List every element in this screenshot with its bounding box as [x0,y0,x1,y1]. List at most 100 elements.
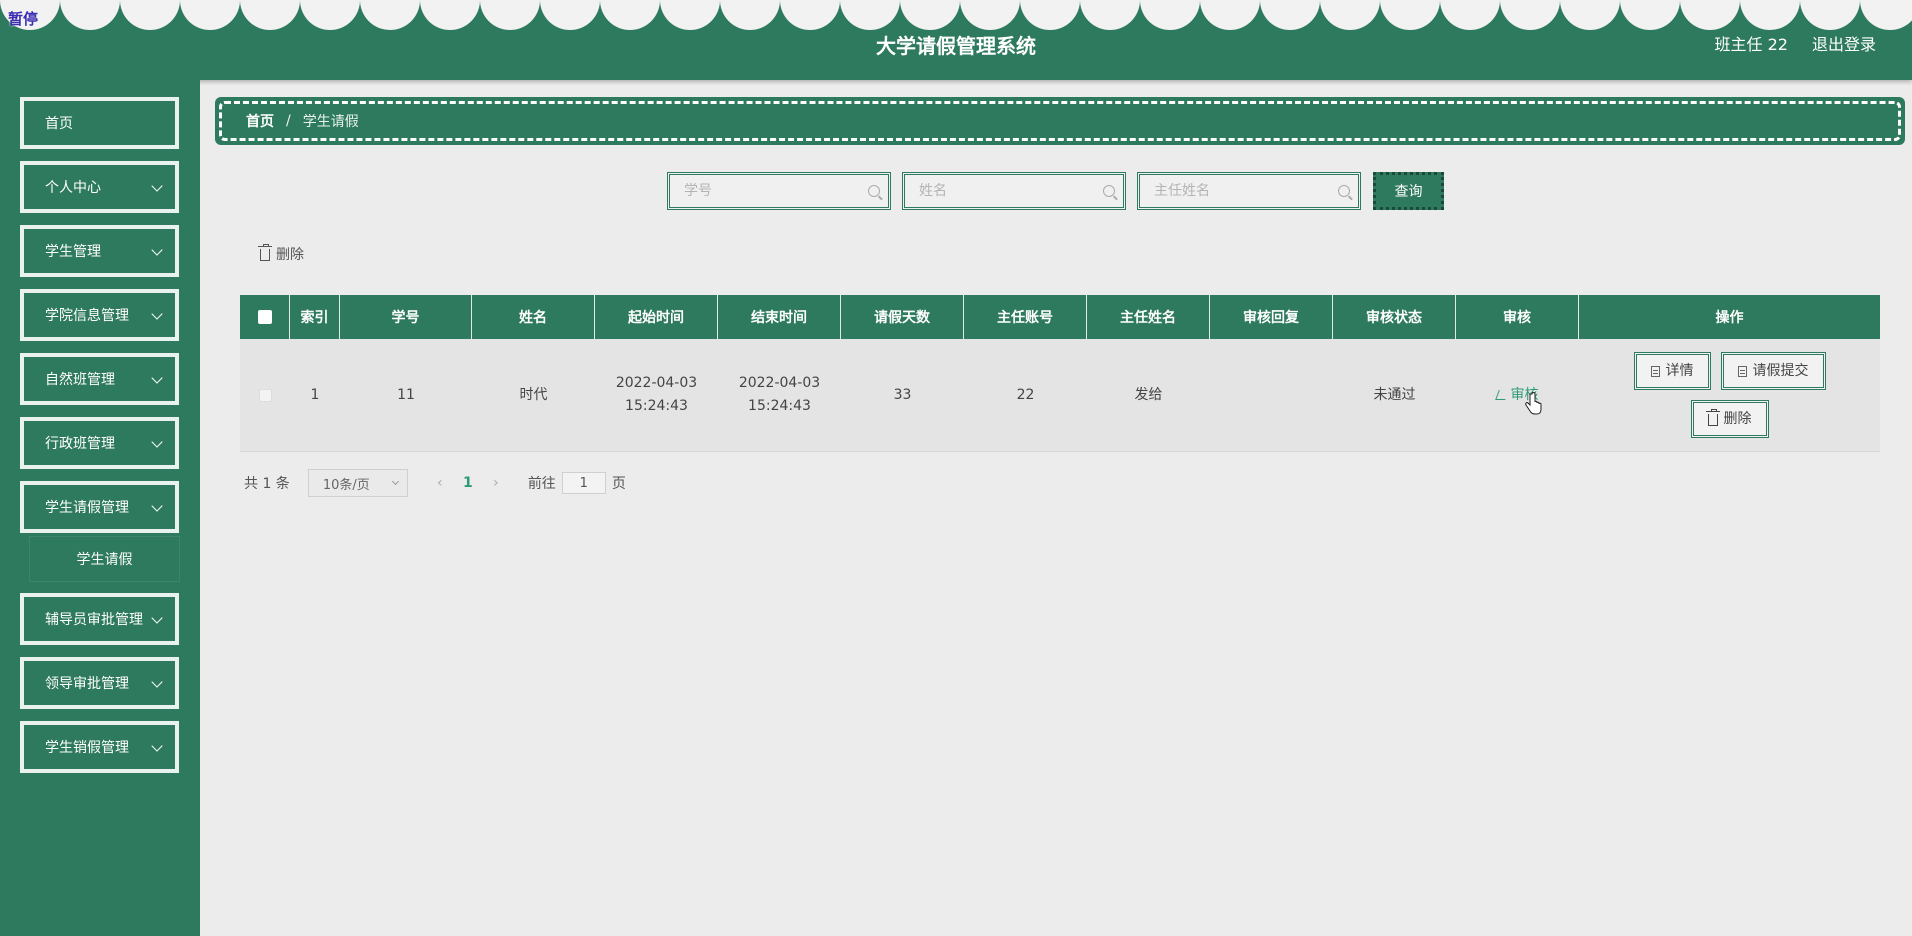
row-select-cell [240,339,290,451]
select-all-checkbox[interactable] [257,310,272,324]
cell-index: 1 [310,386,320,403]
column-header[interactable]: 起始时间 [595,295,718,339]
header-scallop-decoration [0,0,1912,34]
page-size-select[interactable]: 10条/页 [307,469,408,497]
sidebar-item-personal-center[interactable]: 个人中心 [20,161,179,213]
row-checkbox[interactable] [258,388,272,402]
search-icon [868,185,880,197]
student-no-search [667,172,891,210]
pause-label[interactable]: 暂停 [8,8,38,29]
sidebar-item-label: 学生请假管理 [45,500,129,516]
sidebar-item-admin-class[interactable]: 行政班管理 [20,417,179,469]
chevron-down-icon [151,372,163,384]
column-header[interactable]: 请假天数 [841,295,964,339]
logout-link[interactable]: 退出登录 [1812,31,1876,55]
sidebar-item-label: 自然班管理 [45,372,115,388]
chevron-down-icon [151,676,163,688]
sidebar-item-label: 首页 [45,116,73,132]
sidebar-item-label: 学生销假管理 [45,740,129,756]
sidebar-item-home[interactable]: 首页 [20,97,179,149]
submit-leave-label: 请假提交 [1752,362,1809,379]
ops-row: 详情 请假提交 [1633,352,1826,390]
sidebar-item-counselor-approval[interactable]: 辅导员审批管理 [20,593,179,645]
chevron-down-icon [151,308,163,320]
sidebar-item-leave-management[interactable]: 学生请假管理 [20,481,179,533]
user-area: 班主任 22 退出登录 [1715,31,1876,55]
chevron-down-icon [151,244,163,256]
current-user: 班主任 22 [1714,35,1788,54]
cell-days: 33 [893,386,912,403]
chevron-down-icon [151,612,163,624]
delete-row-button[interactable]: 删除 [1690,400,1769,438]
cell-teacher-name: 发给 [1134,386,1163,403]
goto-prefix: 前往 [527,476,556,492]
goto-page-input[interactable] [561,472,606,494]
name-input[interactable] [919,183,1103,199]
sidebar-item-leader-approval[interactable]: 领导审批管理 [20,657,179,709]
sidebar: 首页 个人中心 学生管理 学院信息管理 自然班管理 行政班管理 学生请假管理 学… [0,80,200,936]
sidebar-item-student-management[interactable]: 学生管理 [20,225,179,277]
page-number[interactable]: 1 [454,475,482,491]
submit-leave-button[interactable]: 请假提交 [1720,352,1826,390]
bulk-delete-button[interactable]: 删除 [258,244,304,264]
cell-reply [1210,339,1333,451]
sidebar-item-label: 学院信息管理 [45,308,129,324]
app-header: 暂停 大学请假管理系统 班主任 22 退出登录 [0,0,1912,80]
page-size-value: 10条/页 [322,477,370,493]
detail-button[interactable]: 详情 [1633,352,1711,390]
sidebar-item-leave-cancel[interactable]: 学生销假管理 [20,721,179,773]
prev-page-icon[interactable]: ‹ [426,475,454,491]
column-header[interactable]: 操作 [1579,295,1880,339]
breadcrumb-home[interactable]: 首页 [246,111,274,131]
column-header[interactable]: 审核状态 [1333,295,1456,339]
sidebar-item-label: 个人中心 [45,180,101,196]
column-header[interactable]: 审核回复 [1210,295,1333,339]
name-search [902,172,1126,210]
search-icon [1103,185,1115,197]
bulk-delete-label: 删除 [276,247,304,263]
column-header[interactable]: 审核 [1456,295,1579,339]
search-icon [1338,185,1350,197]
column-header[interactable]: 主任姓名 [1087,295,1210,339]
sidebar-item-label: 领导审批管理 [45,676,129,692]
column-header[interactable]: 主任账号 [964,295,1087,339]
query-button[interactable]: 查询 [1373,172,1444,210]
chevron-down-icon [151,180,163,192]
teacher-name-search [1137,172,1361,210]
sidebar-item-label: 行政班管理 [45,436,115,452]
student-no-input[interactable] [684,183,868,199]
cell-teacher-account: 22 [1016,386,1035,403]
breadcrumb-separator: / [286,113,291,129]
column-header[interactable]: 姓名 [472,295,595,339]
app-title: 大学请假管理系统 [876,34,1036,58]
document-icon [1737,365,1747,377]
chevron-down-icon [151,436,163,448]
ops-row: 删除 [1690,400,1769,438]
column-header[interactable]: 索引 [290,295,340,339]
teacher-name-input[interactable] [1154,183,1338,199]
chevron-down-icon [151,500,163,512]
next-page-icon[interactable]: › [482,475,510,491]
goto-page: 前往 页 [528,472,626,494]
table-header: 索引 学号 姓名 起始时间 结束时间 请假天数 主任账号 主任姓名 审核回复 审… [240,295,1880,339]
sidebar-item-label: 学生管理 [45,244,101,260]
cell-student-no: 11 [397,386,415,403]
detail-label: 详情 [1665,362,1694,379]
cell-name: 时代 [519,386,548,403]
sidebar-subitem-student-leave[interactable]: 学生请假 [30,537,179,581]
goto-suffix: 页 [611,476,626,492]
delete-row-label: 删除 [1723,410,1752,427]
cell-start-time: 2022-04-03 15:24:43 [615,375,698,414]
pagination: 共 1 条 10条/页 ‹ 1 › 前往 页 [244,469,626,497]
sidebar-item-natural-class[interactable]: 自然班管理 [20,353,179,405]
column-header[interactable]: 结束时间 [718,295,841,339]
trash-icon [1705,409,1720,426]
column-header[interactable]: 学号 [340,295,472,339]
pencil-icon [1494,390,1509,400]
cell-operations: 详情 请假提交 删除 [1579,339,1880,451]
breadcrumb-inner: 首页 / 学生请假 [219,101,1901,141]
sidebar-item-college-info[interactable]: 学院信息管理 [20,289,179,341]
header-select-all[interactable] [240,295,290,339]
breadcrumb-current: 学生请假 [302,114,359,130]
leave-table: 索引 学号 姓名 起始时间 结束时间 请假天数 主任账号 主任姓名 审核回复 审… [240,295,1880,452]
